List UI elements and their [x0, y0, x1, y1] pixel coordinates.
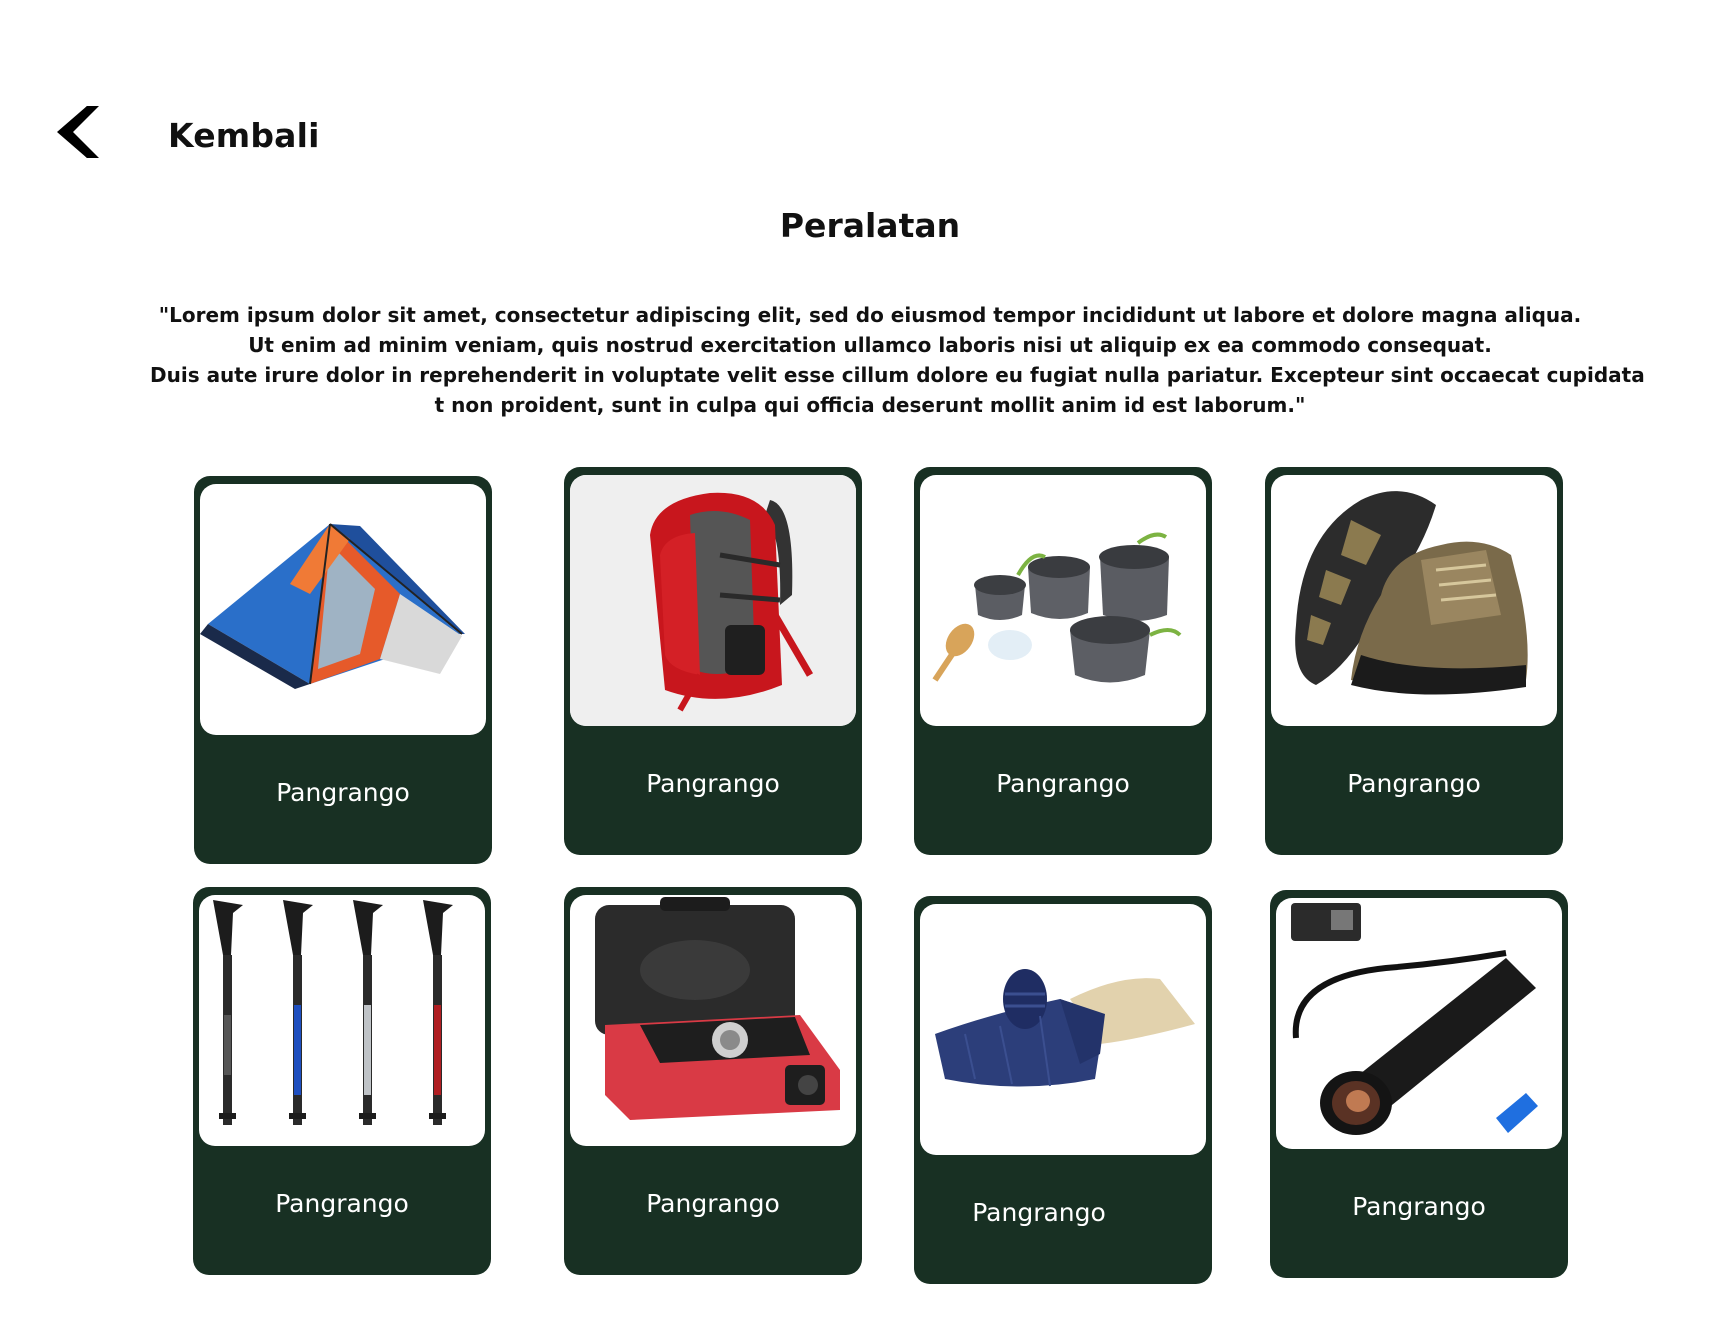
card-label: Pangrango	[1347, 769, 1481, 798]
page-title: Peralatan	[779, 206, 961, 245]
card-label: Pangrango	[275, 1189, 409, 1218]
card-label: Pangrango	[1352, 1192, 1486, 1221]
card-label: Pangrango	[646, 1189, 780, 1218]
equipment-card[interactable]: Pangrango	[193, 887, 491, 1275]
equipment-card[interactable]: Pangrango	[914, 467, 1212, 855]
cookware-set-image	[920, 475, 1206, 726]
card-label: Pangrango	[972, 1198, 1106, 1227]
flashlight-image	[1276, 898, 1562, 1149]
equipment-card[interactable]: Pangrango	[1270, 890, 1568, 1278]
chevron-left-icon[interactable]	[55, 106, 99, 158]
trekking-poles-image	[199, 895, 485, 1146]
equipment-card[interactable]: Pangrango	[914, 896, 1212, 1284]
equipment-card[interactable]: Pangrango	[1265, 467, 1563, 855]
tent-image	[200, 484, 486, 735]
intro-text: "Lorem ipsum dolor sit amet, consectetur…	[150, 300, 1645, 420]
equipment-card[interactable]: Pangrango	[564, 887, 862, 1275]
backpack-image	[570, 475, 856, 726]
equipment-card[interactable]: Pangrango	[564, 467, 862, 855]
card-label: Pangrango	[996, 769, 1130, 798]
intro-line: t non proident, sunt in culpa qui offici…	[434, 393, 1306, 417]
portable-stove-image	[570, 895, 856, 1146]
intro-line: Duis aute irure dolor in reprehenderit i…	[150, 363, 1645, 387]
intro-line: "Lorem ipsum dolor sit amet, consectetur…	[158, 303, 1582, 327]
sleeping-bag-image	[920, 904, 1206, 1155]
intro-line: Ut enim ad minim veniam, quis nostrud ex…	[248, 333, 1492, 357]
card-label: Pangrango	[276, 778, 410, 807]
card-label: Pangrango	[646, 769, 780, 798]
equipment-card[interactable]: Pangrango	[194, 476, 492, 864]
back-link-label[interactable]: Kembali	[168, 116, 320, 155]
back-button[interactable]	[55, 106, 99, 158]
hiking-boots-image	[1271, 475, 1557, 726]
